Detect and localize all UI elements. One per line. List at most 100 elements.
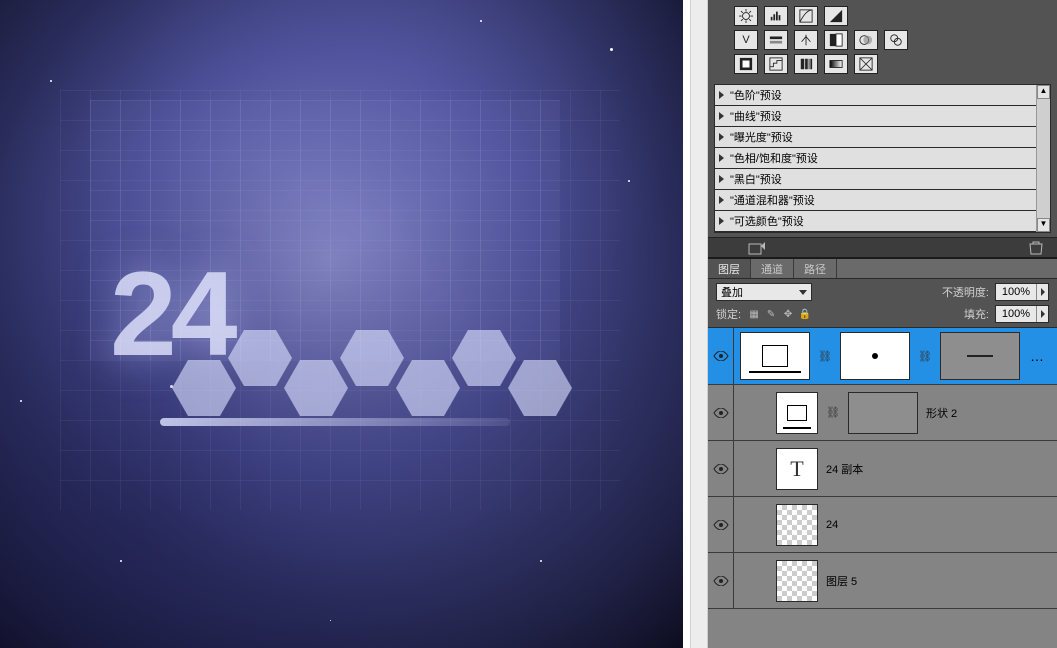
preset-label: "色阶"预设 [730,87,782,103]
layer-row[interactable]: 图层 5 [708,553,1057,609]
presets-scrollbar[interactable]: ▲ ▼ [1036,85,1050,232]
preset-curves[interactable]: "曲线"预设 [715,106,1050,127]
fill-label: 填充: [964,306,989,322]
preset-huesat[interactable]: "色相/饱和度"预设 [715,148,1050,169]
trash-icon[interactable] [1027,241,1045,255]
invert-icon[interactable] [734,54,758,74]
tab-paths[interactable]: 路径 [794,259,837,278]
canvas-scrollbar[interactable] [690,0,708,648]
layer-row[interactable]: ⛓ 形状 2 [708,385,1057,441]
tab-label: 路径 [804,261,826,277]
layer-thumb[interactable] [776,504,818,546]
layers-panel: 图层 通道 路径 叠加 不透明度: 锁定: ▦ ✎ ✥ 🔒 [708,257,1057,648]
preset-label: "曲线"预设 [730,108,782,124]
opacity-input[interactable] [996,286,1036,298]
layer-name: 图层 5 [826,573,857,589]
layers-tabs: 图层 通道 路径 [708,259,1057,279]
mask-link-icon[interactable]: ⛓ [826,406,840,419]
layer-thumb[interactable] [740,332,810,380]
canvas-image: 24 [0,0,683,648]
chevron-right-icon [719,196,724,204]
chevron-right-icon [719,175,724,183]
preset-label: "黑白"预设 [730,171,782,187]
layer-row[interactable]: ⛓ ⛓ … [708,328,1057,385]
lock-label: 锁定: [716,306,741,322]
photo-filter-icon[interactable] [854,30,878,50]
lock-pixels-icon[interactable]: ✎ [764,307,778,321]
eye-icon [713,464,729,474]
blend-mode-value: 叠加 [721,284,743,300]
opacity-field[interactable] [995,283,1049,301]
layers-list: ⛓ ⛓ … ⛓ 形状 2 [708,328,1057,648]
layers-controls: 叠加 不透明度: 锁定: ▦ ✎ ✥ 🔒 填充: [708,279,1057,328]
visibility-toggle[interactable] [708,328,734,384]
visibility-toggle[interactable] [708,553,734,608]
fill-flyout-icon[interactable] [1036,306,1048,322]
type-icon: T [790,456,803,482]
layer-name: 24 [826,519,838,531]
preset-label: "通道混和器"预设 [730,192,815,208]
preset-label: "可选颜色"预设 [730,213,804,229]
lock-all-icon[interactable]: 🔒 [798,307,812,321]
preset-bw[interactable]: "黑白"预设 [715,169,1050,190]
eye-icon [713,351,729,361]
color-balance-icon[interactable] [794,30,818,50]
channel-mixer-icon[interactable] [884,30,908,50]
preset-selectivecolor[interactable]: "可选颜色"预设 [715,211,1050,232]
scroll-down-icon[interactable]: ▼ [1037,218,1050,232]
layer-thumb[interactable] [776,392,818,434]
tab-channels[interactable]: 通道 [751,259,794,278]
layer-effects-icon[interactable]: … [1030,348,1051,364]
eye-icon [713,520,729,530]
preset-label: "色相/饱和度"预设 [730,150,818,166]
preset-levels[interactable]: "色阶"预设 [715,85,1050,106]
opacity-label: 不透明度: [942,284,989,300]
hue-sat-icon[interactable] [764,30,788,50]
preset-channelmixer[interactable]: "通道混和器"预设 [715,190,1050,211]
chevron-right-icon [719,133,724,141]
vibrance-icon[interactable]: V [734,30,758,50]
return-adjustment-icon[interactable] [748,241,766,255]
adjustments-footer [708,237,1057,257]
scroll-up-icon[interactable]: ▲ [1037,85,1050,99]
adjustments-panel: V [708,0,1057,84]
right-panel: V "色阶"预设 "曲线"预设 "曝光度"预设 "色相/饱和度"预设 "黑白"预… [708,0,1057,648]
opacity-flyout-icon[interactable] [1036,284,1048,300]
text-layer-thumb[interactable]: T [776,448,818,490]
layer-thumb[interactable] [776,560,818,602]
fill-field[interactable] [995,305,1049,323]
curves-icon[interactable] [794,6,818,26]
vector-mask-thumb[interactable] [848,392,918,434]
posterize-icon[interactable] [764,54,788,74]
adjustment-thumb[interactable] [940,332,1020,380]
visibility-toggle[interactable] [708,497,734,552]
preset-exposure[interactable]: "曝光度"预设 [715,127,1050,148]
mask-link-icon[interactable]: ⛓ [818,350,832,363]
fill-input[interactable] [996,308,1036,320]
tab-layers[interactable]: 图层 [708,259,751,278]
mask-link-icon[interactable]: ⛓ [918,350,932,363]
canvas-area[interactable]: 24 [0,0,690,648]
layer-row[interactable]: 24 [708,497,1057,553]
canvas-underline [160,418,510,426]
hexagons [180,330,572,416]
preset-label: "曝光度"预设 [730,129,793,145]
layer-mask-thumb[interactable] [840,332,910,380]
layer-row[interactable]: T 24 副本 [708,441,1057,497]
exposure-icon[interactable] [824,6,848,26]
presets-section: "色阶"预设 "曲线"预设 "曝光度"预设 "色相/饱和度"预设 "黑白"预设 … [708,84,1057,237]
selective-color-icon[interactable] [854,54,878,74]
chevron-right-icon [719,112,724,120]
presets-list: "色阶"预设 "曲线"预设 "曝光度"预设 "色相/饱和度"预设 "黑白"预设 … [714,84,1051,233]
visibility-toggle[interactable] [708,441,734,496]
blend-mode-select[interactable]: 叠加 [716,283,812,301]
gradient-map-icon[interactable] [824,54,848,74]
brightness-contrast-icon[interactable] [734,6,758,26]
lock-transparency-icon[interactable]: ▦ [747,307,761,321]
chevron-right-icon [719,217,724,225]
lock-position-icon[interactable]: ✥ [781,307,795,321]
visibility-toggle[interactable] [708,385,734,440]
threshold-icon[interactable] [794,54,818,74]
black-white-icon[interactable] [824,30,848,50]
levels-icon[interactable] [764,6,788,26]
